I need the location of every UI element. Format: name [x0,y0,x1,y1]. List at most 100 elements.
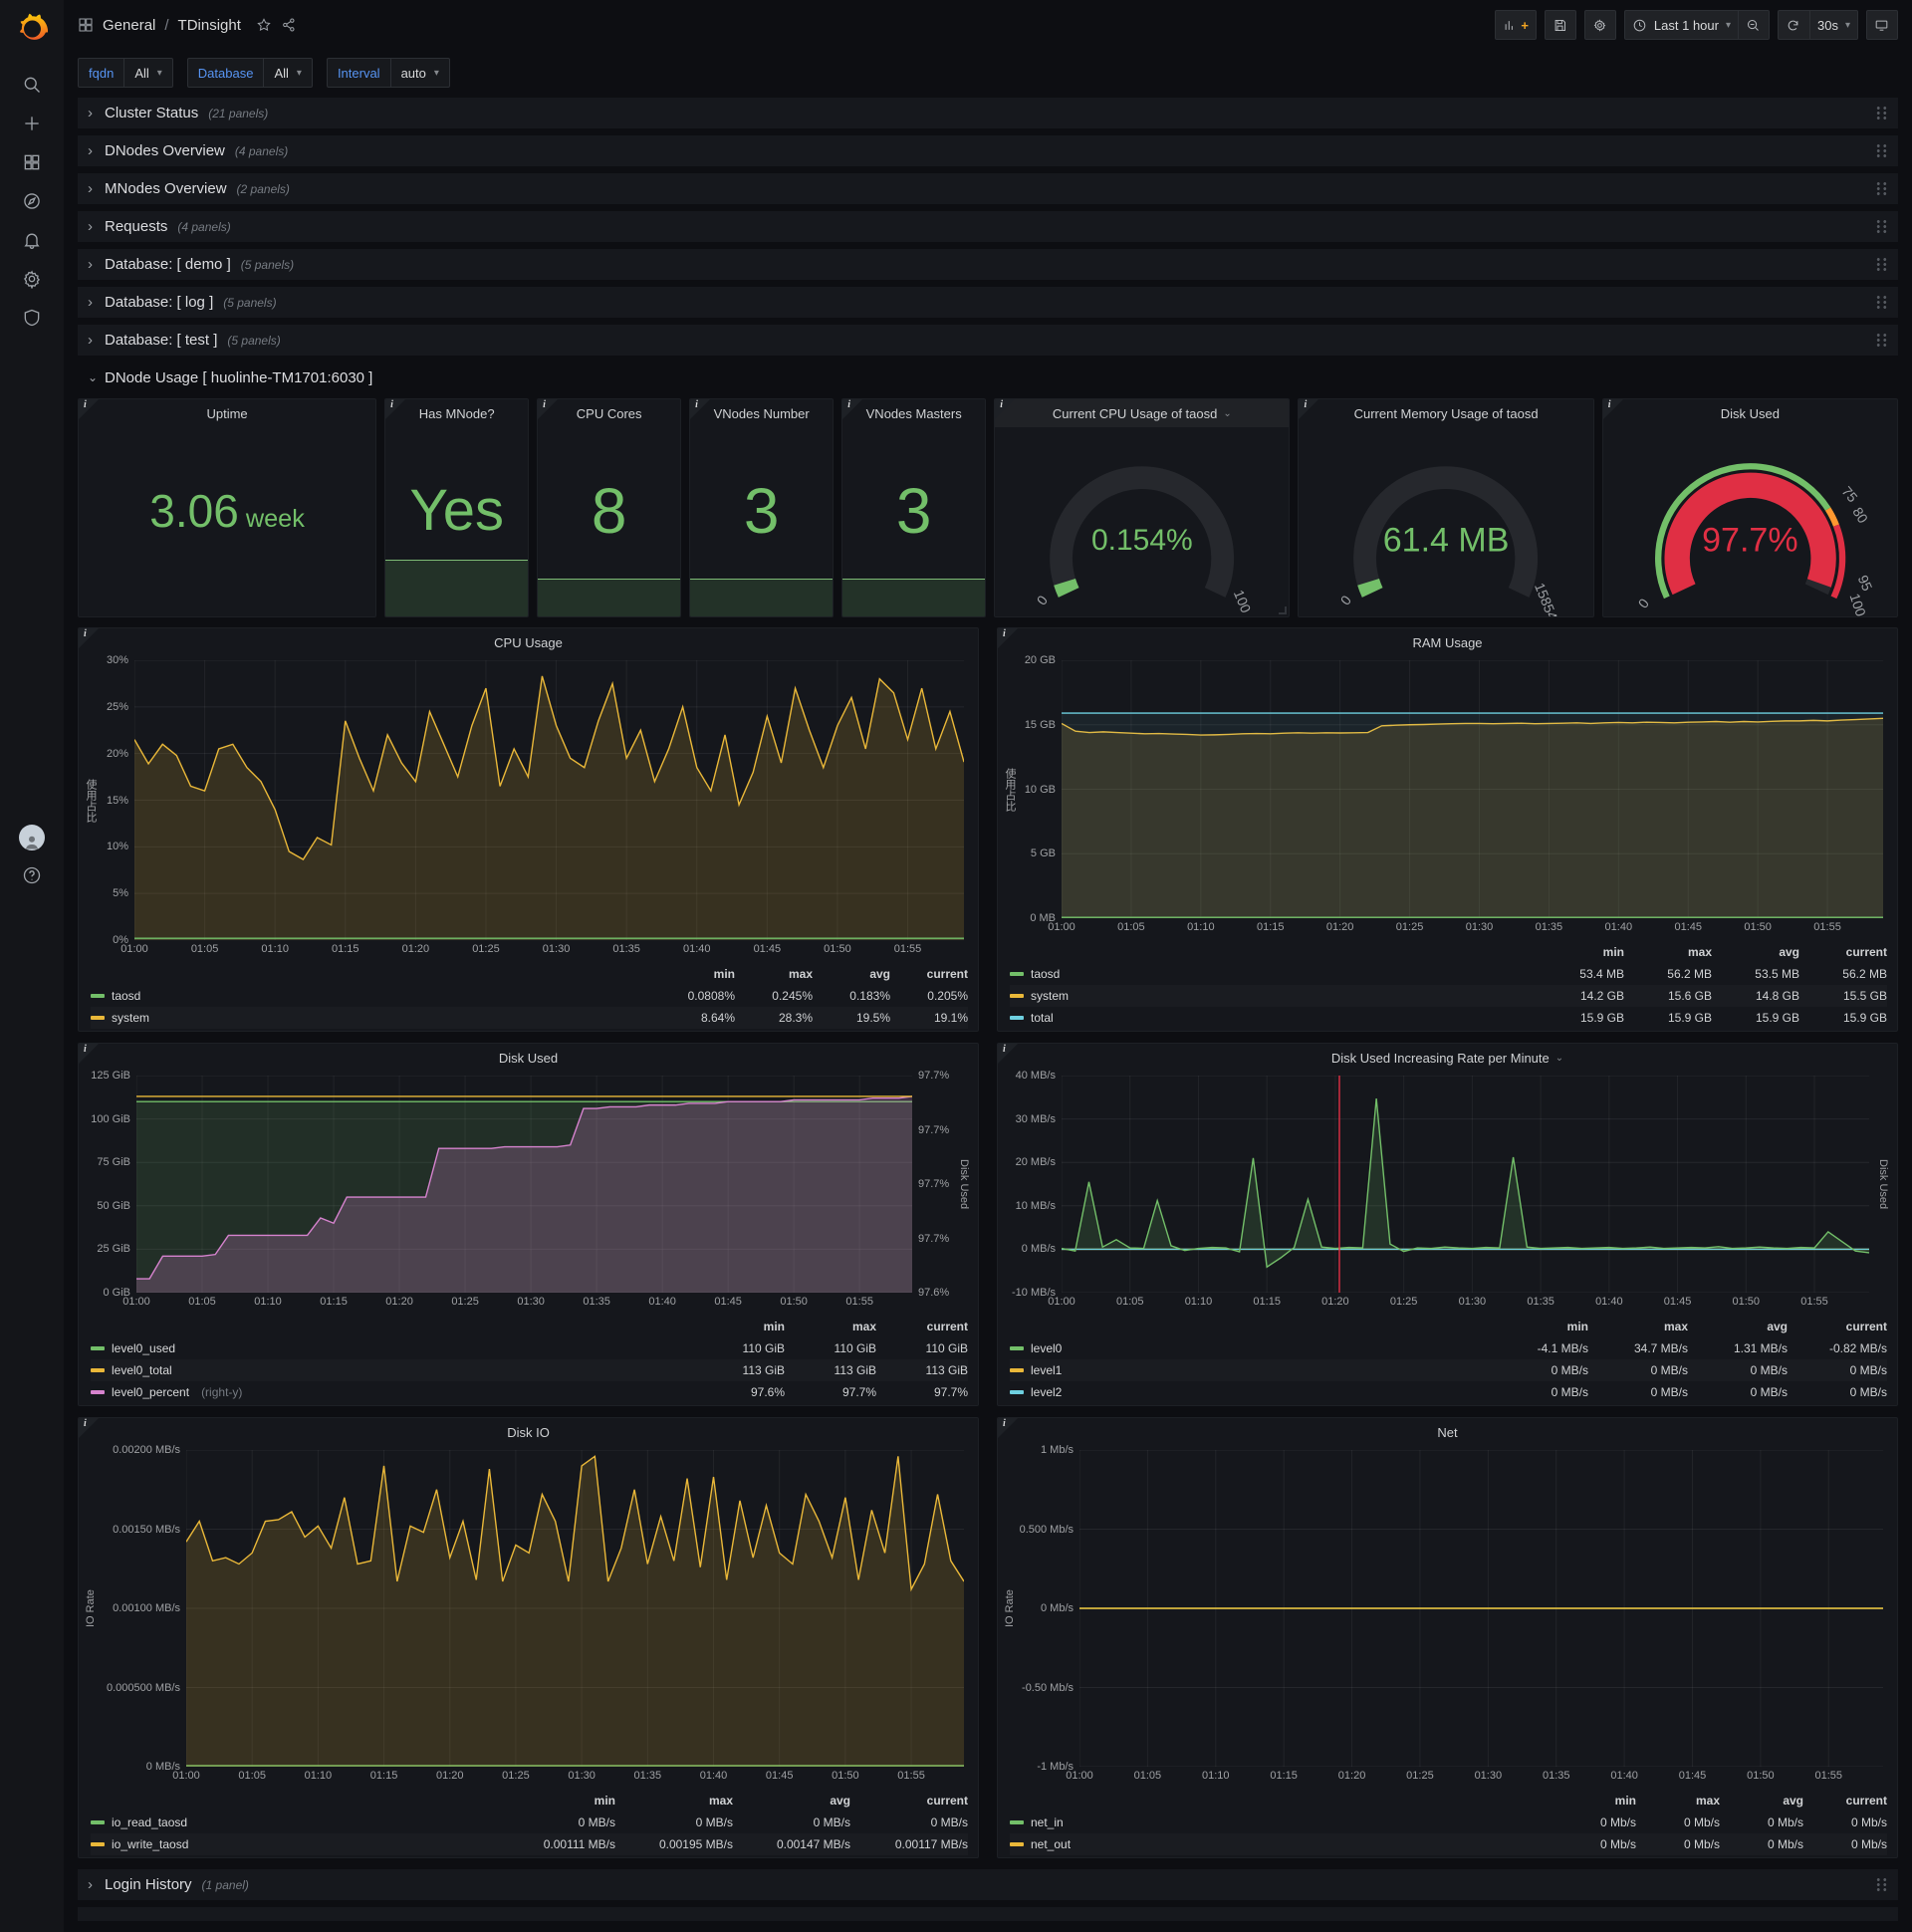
time-range-picker[interactable]: Last 1 hour ▾ [1623,10,1738,40]
row-drag-handle-icon[interactable] [1875,219,1888,234]
legend-column-header-current[interactable]: current [890,967,968,981]
star-icon[interactable] [256,17,272,33]
dashboards-icon[interactable] [21,151,43,173]
panel-header[interactable]: RAM Usage [998,628,1897,656]
variable-label-database[interactable]: Database [186,58,264,88]
legend-column-header-current[interactable]: current [1803,1794,1887,1808]
panel-header[interactable]: Has MNode? [385,399,528,427]
legend-column-header-min[interactable]: min [1489,1320,1588,1333]
panel-header[interactable]: CPU Usage [79,628,978,656]
legend-column-header-avg[interactable]: avg [1688,1320,1788,1333]
legend-series-level0[interactable]: level0 [1010,1341,1489,1355]
legend-series-system[interactable]: system [91,1011,657,1025]
server-admin-shield-icon[interactable] [21,307,43,329]
variable-value-fqdn[interactable]: All ▾ [123,58,173,88]
legend-column-header-max[interactable]: max [1636,1794,1720,1808]
legend-series-level0-used[interactable]: level0_used [91,1341,693,1355]
panel-header[interactable]: VNodes Number [690,399,833,427]
configuration-gear-icon[interactable] [21,268,43,290]
row-drag-handle-icon[interactable] [1875,1877,1888,1892]
panel-header[interactable]: VNodes Masters [842,399,985,427]
row-drag-handle-icon[interactable] [1875,143,1888,158]
panel-header[interactable]: Disk IO [79,1418,978,1446]
legend-column-header-current[interactable]: current [876,1320,968,1333]
legend-column-header-current[interactable]: current [850,1794,968,1808]
row-drag-handle-icon[interactable] [1875,257,1888,272]
row-database-log[interactable]: › Database: [ log ] (5 panels) [78,287,1898,318]
variable-label-interval[interactable]: Interval [326,58,390,88]
legend-series-level1[interactable]: level1 [1010,1363,1489,1377]
legend-column-header-avg[interactable]: avg [1720,1794,1803,1808]
legend-series-system[interactable]: system [1010,989,1537,1003]
panel-header[interactable]: CPU Cores [538,399,680,427]
row-drag-handle-icon[interactable] [1875,181,1888,196]
legend-series-level2[interactable]: level2 [1010,1385,1489,1399]
row-dnodes-overview[interactable]: › DNodes Overview (4 panels) [78,135,1898,166]
chart-legend: min max avg current taosd 0.0808% 0.245% 0.183%… [79,963,978,1031]
legend-series-taosd[interactable]: taosd [91,989,657,1003]
save-dashboard-button[interactable] [1544,10,1576,40]
legend-column-header-min[interactable]: min [657,967,735,981]
panel-header[interactable]: Disk Used [79,1044,978,1072]
legend-column-header-avg[interactable]: avg [813,967,890,981]
row-mnodes-overview[interactable]: › MNodes Overview (2 panels) [78,173,1898,204]
row-requests[interactable]: › Requests (4 panels) [78,211,1898,242]
legend-column-header-max[interactable]: max [1588,1320,1688,1333]
legend-series-total[interactable]: total [1010,1011,1537,1025]
legend-series-level0-percent[interactable]: level0_percent (right-y) [91,1385,693,1399]
help-icon[interactable] [21,864,43,886]
row-drag-handle-icon[interactable] [1875,106,1888,121]
dashboard-settings-button[interactable] [1583,10,1616,40]
explore-compass-icon[interactable] [21,190,43,212]
share-icon[interactable] [281,17,297,33]
breadcrumb-section[interactable]: General [103,17,155,34]
legend-series-io-read-taosd[interactable]: io_read_taosd [91,1815,498,1829]
panel-header[interactable]: Uptime [79,399,375,427]
variable-value-interval[interactable]: auto ▾ [389,58,450,88]
row-drag-handle-icon[interactable] [1875,295,1888,310]
refresh-button[interactable] [1778,10,1809,40]
legend-column-header-current[interactable]: current [1799,945,1887,959]
search-icon[interactable] [21,74,43,96]
zoom-out-time-button[interactable] [1738,10,1770,40]
row-dnode-usage[interactable]: ⌄ DNode Usage [ huolinhe-TM1701:6030 ] [78,362,1898,392]
legend-column-header-max[interactable]: max [615,1794,733,1808]
panel-resize-handle[interactable] [1279,606,1288,614]
row-drag-handle-icon[interactable] [1875,333,1888,348]
panel-header[interactable]: Net [998,1418,1897,1446]
panel-header[interactable]: Current CPU Usage of taosd ⌄ [995,399,1290,427]
variable-label-fqdn[interactable]: fqdn [78,58,124,88]
legend-column-header-avg[interactable]: avg [1712,945,1799,959]
legend-column-header-min[interactable]: min [498,1794,615,1808]
legend-column-header-max[interactable]: max [785,1320,876,1333]
row-database-demo[interactable]: › Database: [ demo ] (5 panels) [78,249,1898,280]
avatar[interactable] [19,825,45,850]
grafana-logo[interactable] [12,8,52,48]
legend-series-net-out[interactable]: net_out [1010,1837,1553,1851]
row-login-history[interactable]: › Login History (1 panel) [78,1869,1898,1900]
panel-header[interactable]: Current Memory Usage of taosd [1299,399,1592,427]
legend-series-taosd[interactable]: taosd [1010,967,1537,981]
legend-column-header-min[interactable]: min [1553,1794,1636,1808]
row-database-test[interactable]: › Database: [ test ] (5 panels) [78,325,1898,356]
breadcrumb-page[interactable]: TDinsight [178,17,241,34]
panel-header[interactable]: Disk Used [1603,399,1897,427]
cycle-view-tv-button[interactable] [1866,10,1898,40]
legend-column-header-current[interactable]: current [1788,1320,1887,1333]
legend-column-header-max[interactable]: max [1624,945,1712,959]
plus-icon[interactable] [21,113,43,134]
alerting-bell-icon[interactable] [21,229,43,251]
legend-series-io-write-taosd[interactable]: io_write_taosd [91,1837,498,1851]
legend-column-header-min[interactable]: min [693,1320,785,1333]
legend-series-net-in[interactable]: net_in [1010,1815,1553,1829]
variable-value-database[interactable]: All ▾ [263,58,313,88]
add-panel-button[interactable]: + [1495,10,1537,40]
legend-column-header-avg[interactable]: avg [733,1794,850,1808]
refresh-interval-picker[interactable]: 30s ▾ [1809,10,1858,40]
panel-header[interactable]: Disk Used Increasing Rate per Minute ⌄ [998,1044,1897,1072]
row-cluster-status[interactable]: › Cluster Status (21 panels) [78,98,1898,128]
legend-column-header-min[interactable]: min [1537,945,1624,959]
legend-series-level0-total[interactable]: level0_total [91,1363,693,1377]
legend-column-header-max[interactable]: max [735,967,813,981]
plot-right-pad [964,660,972,940]
